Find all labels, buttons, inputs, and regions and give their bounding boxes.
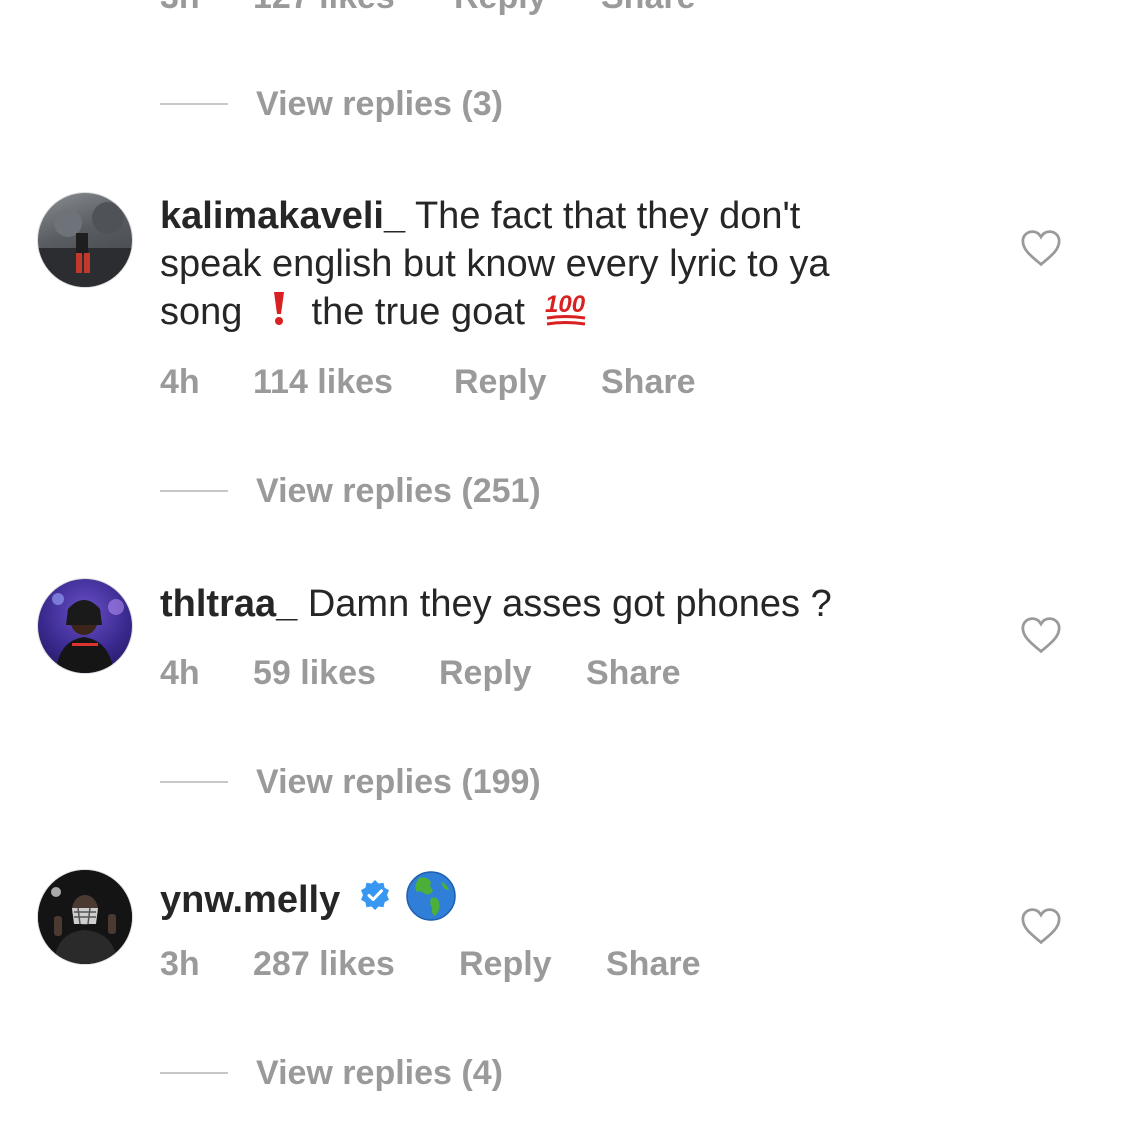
comment-text: kalimakaveli_ The fact that they don't s… xyxy=(160,192,950,340)
comment-line-3a: song xyxy=(160,291,243,334)
username[interactable]: thltraa_ xyxy=(160,583,297,625)
comment-line-1: The fact that they don't xyxy=(414,195,801,237)
verified-badge-icon xyxy=(359,875,391,923)
comment-line-3b: the true goat xyxy=(311,291,525,334)
timestamp: 3h xyxy=(160,0,200,14)
heart-icon[interactable] xyxy=(1020,229,1062,267)
avatar[interactable] xyxy=(37,869,133,965)
comment-body: Damn they asses got phones ? xyxy=(307,583,832,625)
timestamp: 4h xyxy=(160,654,200,692)
view-replies-button[interactable]: View replies (199) xyxy=(160,762,541,802)
reply-button[interactable]: Reply xyxy=(439,656,532,690)
svg-text:100: 100 xyxy=(545,291,586,318)
globe-americas-icon xyxy=(405,870,457,934)
reply-button[interactable]: Reply xyxy=(454,0,547,14)
username[interactable]: kalimakaveli_ xyxy=(160,195,405,237)
heart-icon[interactable] xyxy=(1020,907,1062,945)
share-button[interactable]: Share xyxy=(601,365,696,399)
comment-text: thltraa_ Damn they asses got phones ? xyxy=(160,580,950,628)
view-replies-label: View replies (251) xyxy=(256,471,541,510)
avatar-image xyxy=(38,202,132,287)
likes-count[interactable]: 59 likes xyxy=(253,656,376,690)
red-exclamation-icon xyxy=(271,290,287,338)
avatar-image xyxy=(38,870,132,964)
view-replies-button[interactable]: View replies (4) xyxy=(160,1053,503,1093)
view-replies-button[interactable]: View replies (3) xyxy=(160,84,503,124)
share-button[interactable]: Share xyxy=(606,947,701,981)
reply-button[interactable]: Reply xyxy=(454,365,547,399)
likes-count[interactable]: 287 likes xyxy=(253,947,395,981)
view-replies-button[interactable]: View replies (251) xyxy=(160,471,541,511)
replies-divider-line xyxy=(160,781,228,783)
reply-button[interactable]: Reply xyxy=(459,947,552,981)
share-button[interactable]: Share xyxy=(601,0,696,14)
replies-divider-line xyxy=(160,1072,228,1074)
view-replies-label: View replies (3) xyxy=(256,84,503,123)
avatar[interactable] xyxy=(37,578,133,674)
timestamp: 3h xyxy=(160,945,200,983)
hundred-points-icon: 100 xyxy=(543,288,587,340)
timestamp: 4h xyxy=(160,363,200,401)
avatar[interactable] xyxy=(37,192,133,288)
likes-count[interactable]: 114 likes xyxy=(253,365,393,399)
view-replies-label: View replies (199) xyxy=(256,762,541,801)
heart-icon[interactable] xyxy=(1020,616,1062,654)
replies-divider-line xyxy=(160,103,228,105)
replies-divider-line xyxy=(160,490,228,492)
comment-line-2: speak english but know every lyric to ya xyxy=(160,243,830,285)
view-replies-label: View replies (4) xyxy=(256,1053,503,1092)
share-button[interactable]: Share xyxy=(586,656,681,690)
comment-text: ynw.melly xyxy=(160,870,950,934)
avatar-image xyxy=(52,593,124,673)
likes-count[interactable]: 127 likes xyxy=(253,0,395,14)
username[interactable]: ynw.melly xyxy=(160,879,340,921)
